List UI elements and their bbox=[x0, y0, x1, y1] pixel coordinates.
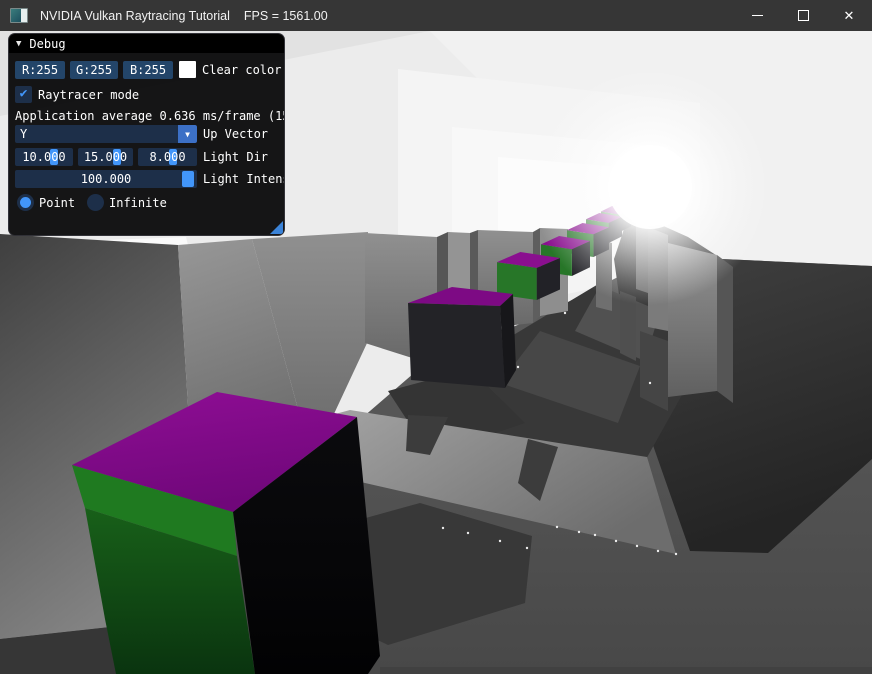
speck-dot bbox=[556, 526, 558, 528]
combo-arrow-button[interactable]: ▼ bbox=[178, 125, 197, 143]
window-titlebar: NVIDIA Vulkan Raytracing Tutorial FPS = … bbox=[0, 0, 872, 31]
up-vector-value: Y bbox=[20, 125, 27, 143]
red-value-button[interactable]: R:255 bbox=[15, 61, 65, 79]
resize-grip[interactable] bbox=[270, 221, 283, 234]
light-dir-label: Light Dir bbox=[203, 148, 268, 166]
speck-dot bbox=[467, 532, 469, 534]
light-intensity-row: 100.000 Light Intens bbox=[15, 170, 284, 188]
maximize-button[interactable] bbox=[780, 0, 826, 31]
up-vector-label: Up Vector bbox=[203, 125, 268, 143]
up-vector-combo[interactable]: Y ▼ bbox=[15, 125, 197, 143]
debug-panel: ▼ Debug R:255 G:255 B:255 Clear color ✔ … bbox=[8, 33, 285, 236]
collapse-arrow-icon[interactable]: ▼ bbox=[16, 39, 21, 49]
speck-dot bbox=[615, 540, 617, 542]
close-button[interactable]: ✕ bbox=[826, 0, 872, 31]
light-intensity-label: Light Intens bbox=[203, 170, 285, 188]
light-dir-x-slider[interactable]: 10.000 bbox=[15, 148, 73, 166]
clear-color-label: Clear color bbox=[202, 61, 281, 79]
light-dir-row: 10.000 15.000 8.000 Light Dir bbox=[15, 148, 284, 166]
speck-dot bbox=[526, 547, 528, 549]
window-title: NVIDIA Vulkan Raytracing Tutorial bbox=[40, 9, 230, 23]
light-type-row: Point Infinite bbox=[15, 194, 284, 212]
speck-dot bbox=[564, 312, 566, 314]
raytracer-label: Raytracer mode bbox=[38, 86, 139, 104]
maximize-icon bbox=[798, 10, 809, 21]
speck-dot bbox=[499, 540, 501, 542]
radio-infinite-label: Infinite bbox=[109, 194, 167, 212]
speck-dot bbox=[517, 366, 519, 368]
radio-point-label: Point bbox=[39, 194, 75, 212]
light-dir-x-value: 10.000 bbox=[15, 148, 73, 166]
light-dir-z-value: 8.000 bbox=[138, 148, 197, 166]
clear-color-row: R:255 G:255 B:255 Clear color bbox=[15, 61, 284, 79]
raytracer-row: ✔ Raytracer mode bbox=[15, 86, 284, 104]
floor-edge-strip bbox=[380, 667, 872, 674]
radio-point[interactable] bbox=[17, 194, 34, 211]
light-intensity-value: 100.000 bbox=[15, 170, 197, 188]
debug-panel-titlebar[interactable]: ▼ Debug bbox=[9, 34, 284, 53]
perf-row: Application average 0.636 ms/frame (15 bbox=[15, 107, 284, 125]
blue-value-button[interactable]: B:255 bbox=[123, 61, 173, 79]
light-intensity-slider[interactable]: 100.000 bbox=[15, 170, 197, 188]
perf-text: Application average 0.636 ms/frame (15 bbox=[15, 107, 285, 125]
light-dir-z-slider[interactable]: 8.000 bbox=[138, 148, 197, 166]
raytracer-checkbox[interactable]: ✔ bbox=[15, 86, 32, 103]
fps-counter: FPS = 1561.00 bbox=[244, 9, 328, 23]
radio-infinite[interactable] bbox=[87, 194, 104, 211]
speck-dot bbox=[636, 545, 638, 547]
step-shadow-1 bbox=[640, 331, 668, 411]
speck-dot bbox=[594, 534, 596, 536]
speck-dot bbox=[578, 531, 580, 533]
middle-cube-front bbox=[408, 303, 505, 388]
check-icon: ✔ bbox=[20, 86, 28, 101]
close-icon: ✕ bbox=[844, 9, 855, 22]
app-icon-left bbox=[11, 9, 21, 22]
minimize-button[interactable] bbox=[734, 0, 780, 31]
app-icon bbox=[10, 8, 28, 23]
glow-core bbox=[608, 145, 692, 229]
up-vector-row: Y ▼ Up Vector bbox=[15, 125, 284, 143]
window-controls: ✕ bbox=[734, 0, 872, 31]
light-dir-y-value: 15.000 bbox=[78, 148, 133, 166]
app-icon-right bbox=[21, 9, 27, 22]
color-swatch[interactable] bbox=[179, 61, 196, 78]
chevron-down-icon: ▼ bbox=[185, 130, 190, 139]
speck-dot bbox=[675, 553, 677, 555]
speck-dot bbox=[649, 382, 651, 384]
debug-panel-title: Debug bbox=[29, 37, 65, 51]
speck-dot bbox=[657, 550, 659, 552]
light-glow bbox=[532, 69, 768, 305]
green-value-button[interactable]: G:255 bbox=[70, 61, 118, 79]
speck-dot bbox=[442, 527, 444, 529]
light-dir-y-slider[interactable]: 15.000 bbox=[78, 148, 133, 166]
minimize-icon bbox=[752, 15, 763, 16]
